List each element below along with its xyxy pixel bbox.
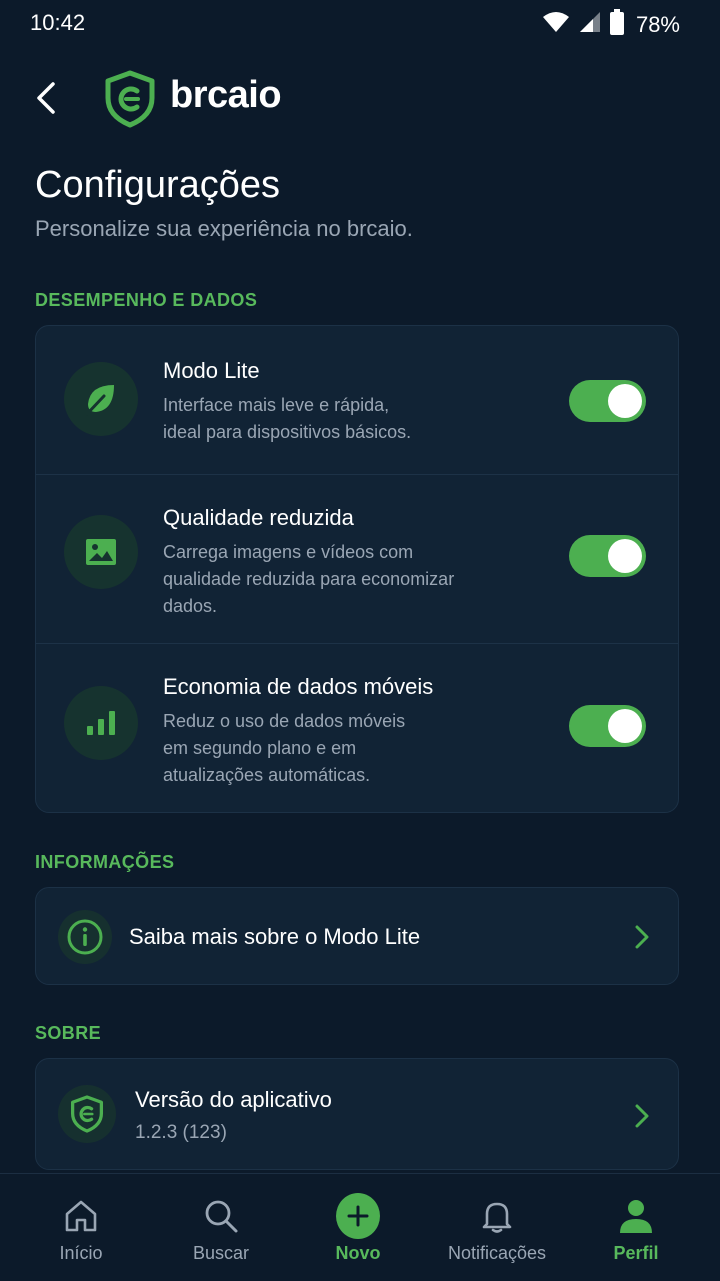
- app-header: brcaio: [0, 64, 720, 134]
- user-icon: [614, 1194, 658, 1238]
- nav-label: Perfil: [613, 1243, 659, 1263]
- leaf-icon: [64, 362, 138, 436]
- version-number: 1.2.3 (123): [135, 1122, 227, 1143]
- mobile-data-saver-toggle[interactable]: [569, 705, 646, 747]
- setting-description: Interface mais leve e rápida, ideal para…: [163, 395, 412, 442]
- signal-bars-icon: [64, 686, 138, 760]
- nav-label: Início: [59, 1243, 103, 1263]
- section-label-info: INFORMAÇÕES: [35, 852, 175, 872]
- setting-description: Carrega imagens e vídeos com qualidade r…: [163, 542, 455, 616]
- bell-icon: [475, 1194, 519, 1238]
- status-bar: 10:42 78%: [0, 0, 720, 48]
- status-time: 10:42: [30, 10, 86, 35]
- brand-shield-icon: [58, 1085, 116, 1143]
- nav-item-new[interactable]: Novo: [308, 1174, 408, 1281]
- back-button[interactable]: [28, 78, 64, 118]
- nav-label: Notificações: [448, 1243, 547, 1263]
- section-label-about: SOBRE: [35, 1023, 102, 1043]
- cell-signal-icon: [578, 10, 602, 39]
- brand-shield-icon: [104, 70, 156, 128]
- nav-label: Novo: [335, 1243, 381, 1263]
- learn-more-label: Saiba mais sobre o Modo Lite: [129, 924, 421, 949]
- version-title: Versão do aplicativo: [135, 1087, 332, 1112]
- home-icon: [59, 1194, 103, 1238]
- nav-label: Buscar: [193, 1243, 250, 1263]
- chevron-right-icon: [632, 1101, 652, 1131]
- page-title: Configurações: [35, 164, 281, 206]
- setting-row-lite-mode: Modo Lite Interface mais leve e rápida, …: [36, 326, 678, 474]
- nav-item-search[interactable]: Buscar: [171, 1174, 271, 1281]
- brand-name: brcaio: [170, 74, 282, 116]
- plus-icon: [336, 1193, 380, 1239]
- battery-percentage: 78%: [635, 11, 680, 37]
- section-label-performance: DESEMPENHO E DADOS: [35, 290, 258, 310]
- setting-title: Modo Lite: [163, 358, 260, 383]
- performance-settings-card: Modo Lite Interface mais leve e rápida, …: [35, 325, 679, 813]
- learn-more-lite-link[interactable]: Saiba mais sobre o Modo Lite: [35, 887, 679, 985]
- search-icon: [199, 1194, 243, 1238]
- bottom-navigation: Início Buscar Novo Notificações Perfil: [0, 1173, 720, 1281]
- setting-description: Reduz o uso de dados móveis em segundo p…: [163, 711, 406, 785]
- info-icon: [58, 910, 112, 964]
- status-icons: 78%: [542, 9, 680, 40]
- nav-item-profile[interactable]: Perfil: [586, 1174, 686, 1281]
- setting-row-reduced-quality: Qualidade reduzida Carrega imagens e víd…: [36, 475, 678, 643]
- page-subtitle: Personalize sua experiência no brcaio.: [35, 216, 413, 241]
- setting-title: Qualidade reduzida: [163, 505, 354, 530]
- battery-icon: [609, 9, 624, 40]
- chevron-right-icon: [632, 922, 652, 952]
- lite-mode-toggle[interactable]: [569, 380, 646, 422]
- app-version-item[interactable]: Versão do aplicativo 1.2.3 (123): [35, 1058, 679, 1170]
- setting-title: Economia de dados móveis: [163, 674, 434, 699]
- nav-item-notifications[interactable]: Notificações: [447, 1174, 547, 1281]
- wifi-icon: [542, 10, 570, 39]
- image-icon: [64, 515, 138, 589]
- reduced-quality-toggle[interactable]: [569, 535, 646, 577]
- nav-item-home[interactable]: Início: [31, 1174, 131, 1281]
- setting-row-mobile-data-saver: Economia de dados móveis Reduz o uso de …: [36, 644, 678, 812]
- chevron-left-icon: [37, 82, 55, 114]
